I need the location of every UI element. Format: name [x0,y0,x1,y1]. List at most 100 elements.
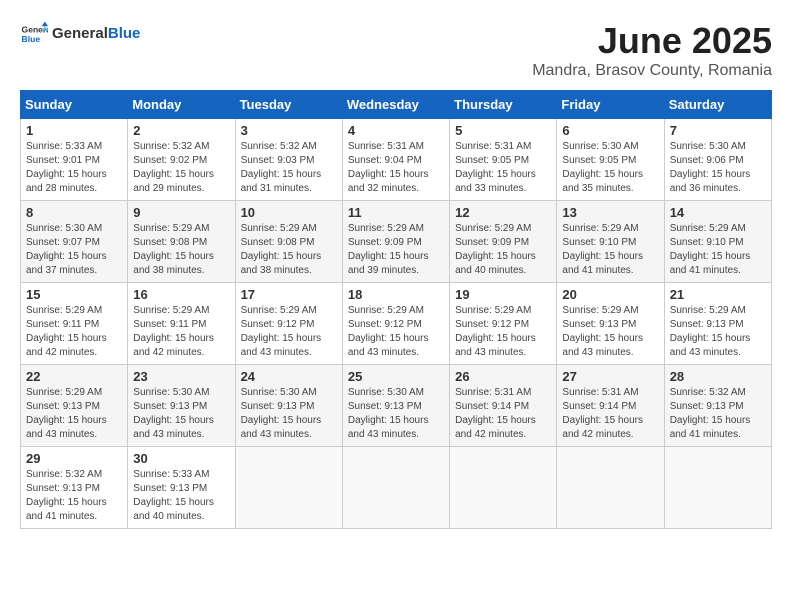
svg-text:Blue: Blue [22,34,41,44]
location-title: Mandra, Brasov County, Romania [532,62,772,80]
table-row [450,447,557,529]
day-info: Sunrise: 5:29 AMSunset: 9:08 PMDaylight:… [133,223,214,276]
day-number: 3 [241,123,337,138]
day-number: 11 [348,205,444,220]
day-info: Sunrise: 5:30 AMSunset: 9:13 PMDaylight:… [133,387,214,440]
day-info: Sunrise: 5:29 AMSunset: 9:10 PMDaylight:… [562,223,643,276]
day-info: Sunrise: 5:31 AMSunset: 9:14 PMDaylight:… [455,387,536,440]
day-info: Sunrise: 5:29 AMSunset: 9:11 PMDaylight:… [26,305,107,358]
day-info: Sunrise: 5:30 AMSunset: 9:07 PMDaylight:… [26,223,107,276]
day-info: Sunrise: 5:32 AMSunset: 9:13 PMDaylight:… [26,469,107,522]
col-tuesday: Tuesday [235,91,342,119]
calendar-week-row: 8 Sunrise: 5:30 AMSunset: 9:07 PMDaylight… [21,201,772,283]
day-number: 6 [562,123,658,138]
table-row [235,447,342,529]
day-info: Sunrise: 5:29 AMSunset: 9:13 PMDaylight:… [26,387,107,440]
day-info: Sunrise: 5:29 AMSunset: 9:11 PMDaylight:… [133,305,214,358]
table-row: 17Sunrise: 5:29 AMSunset: 9:12 PMDayligh… [235,283,342,365]
day-number: 10 [241,205,337,220]
day-number: 27 [562,369,658,384]
table-row: 18 Sunrise: 5:29 AMSunset: 9:12 PMDayligh… [342,283,449,365]
table-row: 10 Sunrise: 5:29 AMSunset: 9:08 PMDayligh… [235,201,342,283]
day-number: 26 [455,369,551,384]
table-row: 14 Sunrise: 5:29 AMSunset: 9:10 PMDayligh… [664,201,771,283]
month-title: June 2025 [532,20,772,62]
table-row [664,447,771,529]
day-number: 8 [26,205,122,220]
day-info: Sunrise: 5:29 AMSunset: 9:12 PMDaylight:… [241,305,322,358]
table-row: 22Sunrise: 5:29 AMSunset: 9:13 PMDayligh… [21,365,128,447]
calendar-week-row: 15 Sunrise: 5:29 AMSunset: 9:11 PMDayligh… [21,283,772,365]
day-info: Sunrise: 5:29 AMSunset: 9:12 PMDaylight:… [348,305,429,358]
logo-text: GeneralBlue [52,25,140,43]
day-info: Sunrise: 5:29 AMSunset: 9:13 PMDaylight:… [562,305,643,358]
day-info: Sunrise: 5:29 AMSunset: 9:09 PMDaylight:… [455,223,536,276]
table-row [557,447,664,529]
table-row: 12 Sunrise: 5:29 AMSunset: 9:09 PMDayligh… [450,201,557,283]
header: General Blue GeneralBlue June 2025 Mandr… [20,20,772,80]
day-number: 28 [670,369,766,384]
day-number: 12 [455,205,551,220]
day-info: Sunrise: 5:33 AMSunset: 9:01 PMDaylight:… [26,141,107,194]
day-number: 25 [348,369,444,384]
table-row: 27 Sunrise: 5:31 AMSunset: 9:14 PMDayligh… [557,365,664,447]
col-monday: Monday [128,91,235,119]
day-number: 18 [348,287,444,302]
day-info: Sunrise: 5:32 AMSunset: 9:03 PMDaylight:… [241,141,322,194]
day-number: 24 [241,369,337,384]
day-number: 1 [26,123,122,138]
day-info: Sunrise: 5:30 AMSunset: 9:05 PMDaylight:… [562,141,643,194]
table-row: 21Sunrise: 5:29 AMSunset: 9:13 PMDayligh… [664,283,771,365]
day-number: 14 [670,205,766,220]
table-row: 8 Sunrise: 5:30 AMSunset: 9:07 PMDaylight… [21,201,128,283]
day-number: 13 [562,205,658,220]
table-row: 26 Sunrise: 5:31 AMSunset: 9:14 PMDayligh… [450,365,557,447]
table-row: 19 Sunrise: 5:29 AMSunset: 9:12 PMDayligh… [450,283,557,365]
day-info: Sunrise: 5:29 AMSunset: 9:13 PMDaylight:… [670,305,751,358]
calendar-week-row: 22Sunrise: 5:29 AMSunset: 9:13 PMDayligh… [21,365,772,447]
calendar-header-row: Sunday Monday Tuesday Wednesday Thursday… [21,91,772,119]
day-number: 30 [133,451,229,466]
table-row: 13 Sunrise: 5:29 AMSunset: 9:10 PMDayligh… [557,201,664,283]
table-row: 9Sunrise: 5:29 AMSunset: 9:08 PMDaylight… [128,201,235,283]
table-row [342,447,449,529]
calendar-week-row: 1 Sunrise: 5:33 AMSunset: 9:01 PMDaylight… [21,119,772,201]
day-info: Sunrise: 5:30 AMSunset: 9:13 PMDaylight:… [241,387,322,440]
day-number: 15 [26,287,122,302]
day-info: Sunrise: 5:29 AMSunset: 9:08 PMDaylight:… [241,223,322,276]
day-number: 16 [133,287,229,302]
table-row: 1 Sunrise: 5:33 AMSunset: 9:01 PMDaylight… [21,119,128,201]
day-info: Sunrise: 5:29 AMSunset: 9:09 PMDaylight:… [348,223,429,276]
logo-icon: General Blue [20,20,48,48]
day-info: Sunrise: 5:32 AMSunset: 9:02 PMDaylight:… [133,141,214,194]
table-row: 11 Sunrise: 5:29 AMSunset: 9:09 PMDayligh… [342,201,449,283]
table-row: 5Sunrise: 5:31 AMSunset: 9:05 PMDaylight… [450,119,557,201]
table-row: 29Sunrise: 5:32 AMSunset: 9:13 PMDayligh… [21,447,128,529]
logo: General Blue GeneralBlue [20,20,140,48]
col-saturday: Saturday [664,91,771,119]
table-row: 3 Sunrise: 5:32 AMSunset: 9:03 PMDaylight… [235,119,342,201]
col-friday: Friday [557,91,664,119]
day-info: Sunrise: 5:30 AMSunset: 9:13 PMDaylight:… [348,387,429,440]
col-sunday: Sunday [21,91,128,119]
col-thursday: Thursday [450,91,557,119]
day-info: Sunrise: 5:31 AMSunset: 9:14 PMDaylight:… [562,387,643,440]
day-info: Sunrise: 5:31 AMSunset: 9:04 PMDaylight:… [348,141,429,194]
table-row: 7Sunrise: 5:30 AMSunset: 9:06 PMDaylight… [664,119,771,201]
table-row: 4 Sunrise: 5:31 AMSunset: 9:04 PMDaylight… [342,119,449,201]
day-info: Sunrise: 5:30 AMSunset: 9:06 PMDaylight:… [670,141,751,194]
day-info: Sunrise: 5:29 AMSunset: 9:12 PMDaylight:… [455,305,536,358]
table-row: 20Sunrise: 5:29 AMSunset: 9:13 PMDayligh… [557,283,664,365]
day-number: 19 [455,287,551,302]
day-info: Sunrise: 5:33 AMSunset: 9:13 PMDaylight:… [133,469,214,522]
day-number: 4 [348,123,444,138]
table-row: 16 Sunrise: 5:29 AMSunset: 9:11 PMDayligh… [128,283,235,365]
col-wednesday: Wednesday [342,91,449,119]
day-number: 2 [133,123,229,138]
day-info: Sunrise: 5:29 AMSunset: 9:10 PMDaylight:… [670,223,751,276]
table-row: 2 Sunrise: 5:32 AMSunset: 9:02 PMDaylight… [128,119,235,201]
calendar-table: Sunday Monday Tuesday Wednesday Thursday… [20,90,772,529]
table-row: 24 Sunrise: 5:30 AMSunset: 9:13 PMDayligh… [235,365,342,447]
table-row: 6 Sunrise: 5:30 AMSunset: 9:05 PMDaylight… [557,119,664,201]
logo-blue: Blue [108,25,141,42]
